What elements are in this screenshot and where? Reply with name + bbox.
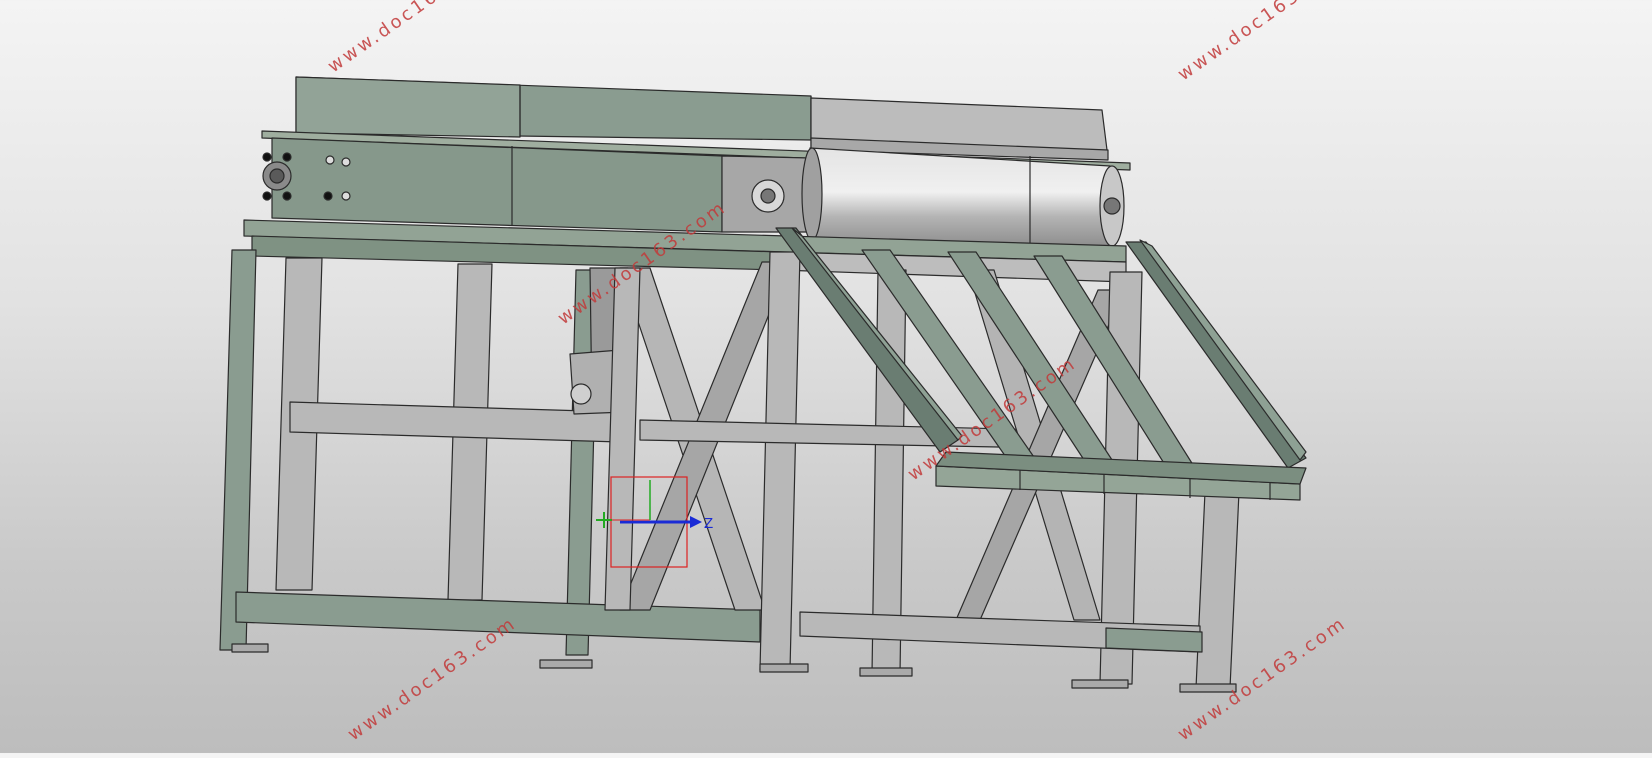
left-frame xyxy=(219,249,761,669)
top-hood-left xyxy=(295,76,812,141)
machine-model: Z xyxy=(219,76,1307,693)
z-axis-label: Z xyxy=(704,515,713,532)
cad-viewport[interactable]: Z www.doc163.com www.doc163.com www.doc1… xyxy=(0,0,1652,753)
